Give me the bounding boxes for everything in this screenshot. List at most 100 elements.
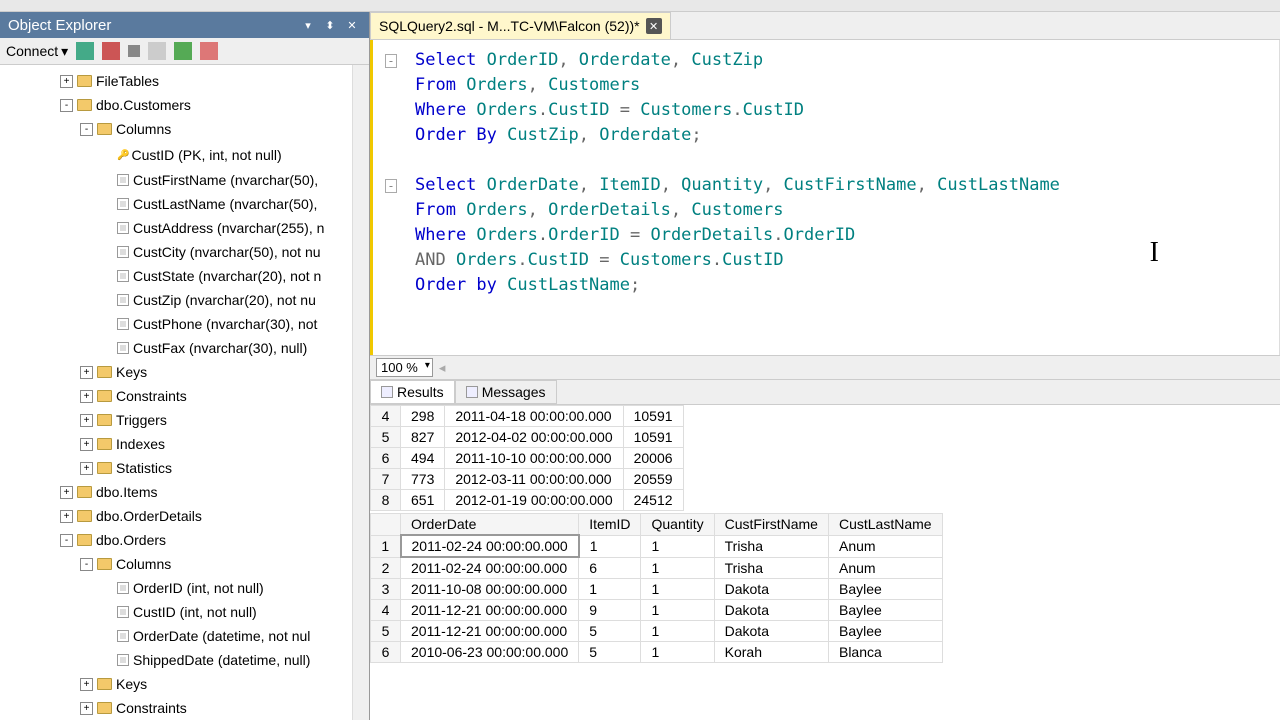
collapse-icon[interactable]: - [385, 179, 397, 193]
cell[interactable]: 2012-03-11 00:00:00.000 [445, 469, 623, 490]
tree-node[interactable]: CustCity (nvarchar(50), not nu [0, 240, 352, 264]
tree-node[interactable]: +Constraints [0, 696, 352, 720]
cell[interactable]: 1 [641, 600, 714, 621]
refresh-icon[interactable] [174, 42, 192, 60]
expander-icon[interactable]: - [60, 99, 73, 112]
column-header[interactable]: ItemID [579, 514, 641, 536]
cell[interactable]: 24512 [623, 490, 683, 511]
expander-icon[interactable]: + [80, 438, 93, 451]
cell[interactable]: 6 [579, 557, 641, 579]
cell[interactable]: Baylee [828, 579, 942, 600]
expander-icon[interactable]: + [80, 678, 93, 691]
column-header[interactable]: Quantity [641, 514, 714, 536]
cell[interactable]: 827 [401, 427, 445, 448]
cell[interactable]: 494 [401, 448, 445, 469]
cell[interactable]: Anum [828, 535, 942, 557]
tree-node[interactable]: +Triggers [0, 408, 352, 432]
tab-close-icon[interactable]: ✕ [646, 18, 662, 34]
table-row[interactable]: 22011-02-24 00:00:00.00061TrishaAnum [371, 557, 943, 579]
tree-node[interactable]: CustID (PK, int, not null) [0, 141, 352, 168]
zoom-selector[interactable]: 100 % [376, 358, 433, 377]
pin-icon[interactable]: ⬍ [321, 16, 339, 34]
cell[interactable]: 2011-12-21 00:00:00.000 [401, 621, 579, 642]
cell[interactable]: 1 [579, 579, 641, 600]
cell[interactable]: 651 [401, 490, 445, 511]
close-icon[interactable]: ✕ [343, 16, 361, 34]
cell[interactable]: 1 [641, 557, 714, 579]
cell[interactable]: Dakota [714, 621, 828, 642]
cell[interactable]: 9 [579, 600, 641, 621]
report-icon[interactable] [200, 42, 218, 60]
stop-icon[interactable] [128, 45, 140, 57]
cell[interactable]: 773 [401, 469, 445, 490]
table-row[interactable]: 58272012-04-02 00:00:00.00010591 [371, 427, 684, 448]
column-header[interactable]: OrderDate [401, 514, 579, 536]
cell[interactable]: 1 [641, 535, 714, 557]
object-explorer-tree[interactable]: +FileTables-dbo.Customers-ColumnsCustID … [0, 65, 352, 720]
cell[interactable]: 2011-12-21 00:00:00.000 [401, 600, 579, 621]
expander-icon[interactable]: - [80, 558, 93, 571]
expander-icon[interactable]: - [60, 534, 73, 547]
cell[interactable]: Blanca [828, 642, 942, 663]
disconnect-db-icon[interactable] [102, 42, 120, 60]
tree-node[interactable]: +dbo.Items [0, 480, 352, 504]
expander-icon[interactable]: + [80, 366, 93, 379]
cell[interactable]: 1 [579, 535, 641, 557]
cell[interactable]: 2011-10-08 00:00:00.000 [401, 579, 579, 600]
tree-node[interactable]: +Indexes [0, 432, 352, 456]
tree-node[interactable]: CustID (int, not null) [0, 600, 352, 624]
tree-node[interactable]: CustPhone (nvarchar(30), not [0, 312, 352, 336]
tree-node[interactable]: +Keys [0, 672, 352, 696]
expander-icon[interactable]: + [60, 510, 73, 523]
cell[interactable]: 2012-01-19 00:00:00.000 [445, 490, 623, 511]
expander-icon[interactable]: + [60, 75, 73, 88]
tree-node[interactable]: OrderID (int, not null) [0, 576, 352, 600]
cell[interactable]: 5 [579, 642, 641, 663]
tree-node[interactable]: +Constraints [0, 384, 352, 408]
connect-db-icon[interactable] [76, 42, 94, 60]
table-row[interactable]: 32011-10-08 00:00:00.00011DakotaBaylee [371, 579, 943, 600]
table-row[interactable]: 42011-12-21 00:00:00.00091DakotaBaylee [371, 600, 943, 621]
tab-messages[interactable]: Messages [455, 380, 557, 404]
cell[interactable]: 10591 [623, 427, 683, 448]
results-grid-2[interactable]: OrderDateItemIDQuantityCustFirstNameCust… [370, 513, 943, 663]
cell[interactable]: Baylee [828, 600, 942, 621]
expander-icon[interactable]: + [60, 486, 73, 499]
sql-editor[interactable]: - - Select OrderID, Orderdate, CustZip F… [370, 40, 1280, 355]
tree-node[interactable]: +Keys [0, 360, 352, 384]
collapse-icon[interactable]: - [385, 54, 397, 68]
cell[interactable]: 2010-06-23 00:00:00.000 [401, 642, 579, 663]
tree-node[interactable]: CustAddress (nvarchar(255), n [0, 216, 352, 240]
cell[interactable]: 2011-04-18 00:00:00.000 [445, 406, 623, 427]
column-header[interactable]: CustFirstName [714, 514, 828, 536]
cell[interactable]: 20006 [623, 448, 683, 469]
tree-node[interactable]: +Statistics [0, 456, 352, 480]
table-row[interactable]: 64942011-10-10 00:00:00.00020006 [371, 448, 684, 469]
filter-icon[interactable] [148, 42, 166, 60]
cell[interactable]: Trisha [714, 535, 828, 557]
table-row[interactable]: 62010-06-23 00:00:00.00051KorahBlanca [371, 642, 943, 663]
cell[interactable]: Anum [828, 557, 942, 579]
cell[interactable]: Dakota [714, 579, 828, 600]
tree-node[interactable]: +dbo.OrderDetails [0, 504, 352, 528]
connect-button[interactable]: Connect▾ [6, 43, 68, 60]
cell[interactable]: 20559 [623, 469, 683, 490]
expander-icon[interactable]: + [80, 702, 93, 715]
tree-node[interactable]: -dbo.Orders [0, 528, 352, 552]
tab-results[interactable]: Results [370, 380, 455, 404]
tree-node[interactable]: CustState (nvarchar(20), not n [0, 264, 352, 288]
cell[interactable]: 1 [641, 579, 714, 600]
column-header[interactable]: CustLastName [828, 514, 942, 536]
cell[interactable]: 1 [641, 642, 714, 663]
scrollbar[interactable] [352, 65, 369, 720]
cell[interactable]: Korah [714, 642, 828, 663]
tree-node[interactable]: CustFax (nvarchar(30), null) [0, 336, 352, 360]
tree-node[interactable]: CustFirstName (nvarchar(50), [0, 168, 352, 192]
cell[interactable]: Baylee [828, 621, 942, 642]
table-row[interactable]: 42982011-04-18 00:00:00.00010591 [371, 406, 684, 427]
cell[interactable]: 1 [641, 621, 714, 642]
document-tab[interactable]: SQLQuery2.sql - M...TC-VM\Falcon (52))* … [370, 12, 671, 39]
table-row[interactable]: 52011-12-21 00:00:00.00051DakotaBaylee [371, 621, 943, 642]
nav-left-icon[interactable]: ◂ [439, 360, 446, 376]
tree-node[interactable]: CustLastName (nvarchar(50), [0, 192, 352, 216]
